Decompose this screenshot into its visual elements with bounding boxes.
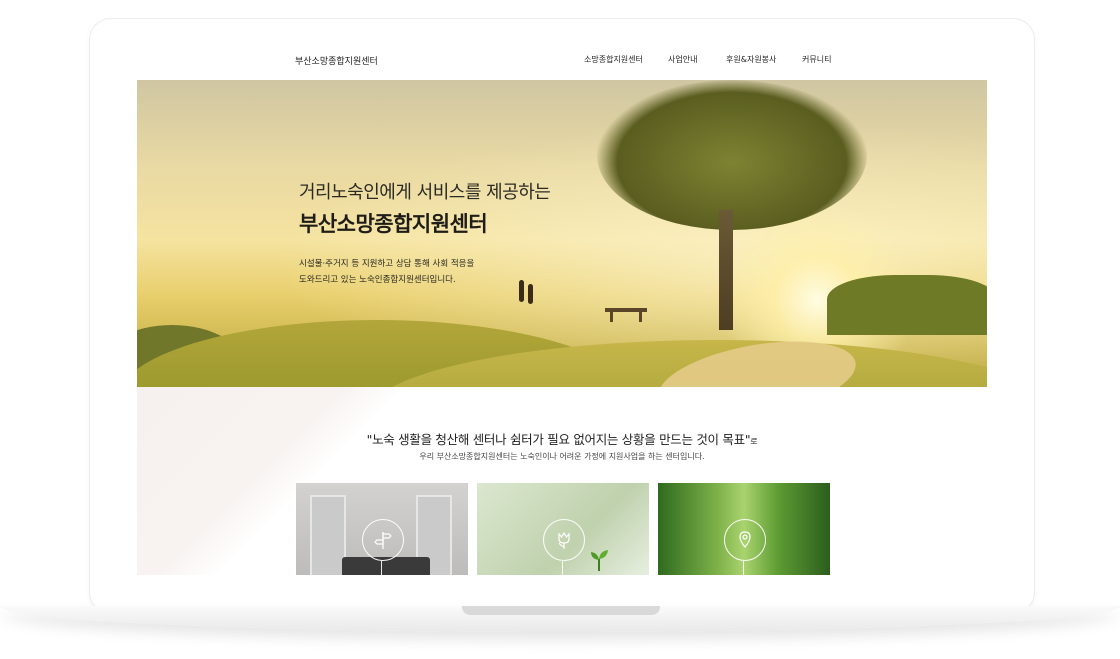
tulip-icon (543, 519, 585, 561)
mission-quote-text: "노숙 생활을 청산해 센터나 쉼터가 필요 없어지는 상황을 만드는 것이 목… (366, 432, 751, 447)
main-nav: 소망종합지원센터 사업안내 후원&자원봉사 커뮤니티 (137, 54, 987, 70)
mission-quote: "노숙 생활을 청산해 센터나 쉼터가 필요 없어지는 상황을 만드는 것이 목… (137, 429, 987, 448)
website-screen: 부산소망종합지원센터 소망종합지원센터 사업안내 후원&자원봉사 커뮤니티 거리… (137, 44, 987, 575)
nav-item-community[interactable]: 커뮤니티 (802, 54, 831, 65)
tree-canopy (597, 80, 867, 230)
nav-item-support-volunteer[interactable]: 후원&자원봉사 (726, 54, 776, 65)
hero-desc-line1: 시설물·주거지 등 지원하고 상담 통해 사회 적응을 (299, 259, 475, 269)
service-card-shelter[interactable] (296, 483, 468, 575)
mission-subtitle: 우리 부산소망종합지원센터는 노숙인이나 어려운 가정에 지원사업을 하는 센터… (419, 452, 705, 461)
hero-title: 부산소망종합지원센터 (299, 212, 488, 236)
icon-stem (562, 561, 563, 575)
site-header: 부산소망종합지원센터 소망종합지원센터 사업안내 후원&자원봉사 커뮤니티 (137, 44, 987, 80)
mission-section: "노숙 생활을 청산해 센터나 쉼터가 필요 없어지는 상황을 만드는 것이 목… (137, 387, 987, 575)
location-pin-icon (724, 519, 766, 561)
hero-description: 시설물·주거지 등 지원하고 상담 통해 사회 적응을 도와드리고 있는 노숙인… (299, 256, 550, 288)
nav-item-center[interactable]: 소망종합지원센터 (584, 54, 643, 65)
hero-banner: 거리노숙인에게 서비스를 제공하는 부산소망종합지원센터 시설물·주거지 등 지… (137, 80, 987, 387)
hero-subtitle: 거리노숙인에게 서비스를 제공하는 (299, 182, 551, 203)
tree-trunk (719, 210, 733, 330)
nav-item-business[interactable]: 사업안내 (668, 54, 697, 65)
icon-stem (743, 561, 744, 575)
laptop-notch (462, 606, 660, 615)
background-trees (827, 275, 987, 335)
service-card-forest[interactable] (658, 483, 830, 575)
mission-quote-suffix: 로 (750, 437, 758, 446)
signpost-icon (362, 519, 404, 561)
icon-stem (381, 561, 382, 575)
hero-text: 거리노숙인에게 서비스를 제공하는 부산소망종합지원센터 시설물·주거지 등 지… (299, 178, 551, 288)
door-left (310, 495, 346, 575)
picnic-bench (605, 308, 647, 322)
service-card-growth[interactable] (477, 483, 649, 575)
hero-desc-line2: 도와드리고 있는 노숙인종합지원센터입니다. (299, 275, 456, 285)
sprout-plant (591, 550, 608, 571)
